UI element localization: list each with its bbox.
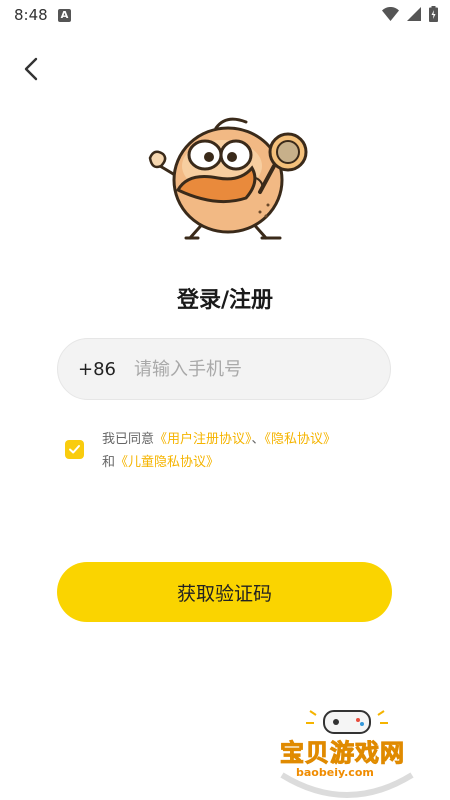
battery-icon	[429, 6, 438, 22]
check-icon	[69, 445, 80, 454]
status-bar: 8:48 A	[0, 0, 450, 32]
page-title: 登录/注册	[176, 288, 274, 313]
watermark-logo: 宝贝游戏网 baobeiy.com	[272, 705, 422, 800]
agreement-checkbox[interactable]	[65, 440, 84, 459]
watermark-sub: baobeiy.com	[296, 766, 374, 779]
user-agreement-link[interactable]: 《用户注册协议》	[154, 432, 252, 447]
agreement-separator: 、	[251, 432, 265, 447]
agreement-prefix: 我已同意	[102, 432, 155, 447]
phone-input[interactable]	[132, 357, 366, 381]
mascot-illustration	[148, 117, 308, 240]
status-icons	[382, 6, 438, 22]
phone-field[interactable]: +86	[57, 338, 391, 400]
watermark-main: 宝贝游戏网	[280, 739, 405, 768]
privacy-agreement-link[interactable]: 《隐私协议》	[265, 432, 337, 447]
wifi-icon	[382, 7, 399, 21]
child-privacy-link[interactable]: 《儿童隐私协议》	[115, 455, 219, 470]
agreement-text: 我已同意《用户注册协议》、《隐私协议》 和《儿童隐私协议》	[102, 428, 402, 474]
agreement-and: 和	[102, 455, 116, 470]
notification-icon: A	[58, 9, 71, 22]
get-code-button[interactable]: 获取验证码	[57, 562, 392, 622]
back-button[interactable]	[16, 52, 50, 86]
signal-icon	[407, 7, 421, 21]
chevron-left-icon	[24, 57, 38, 81]
country-code[interactable]: +86	[78, 359, 132, 380]
status-time: 8:48	[14, 6, 48, 24]
